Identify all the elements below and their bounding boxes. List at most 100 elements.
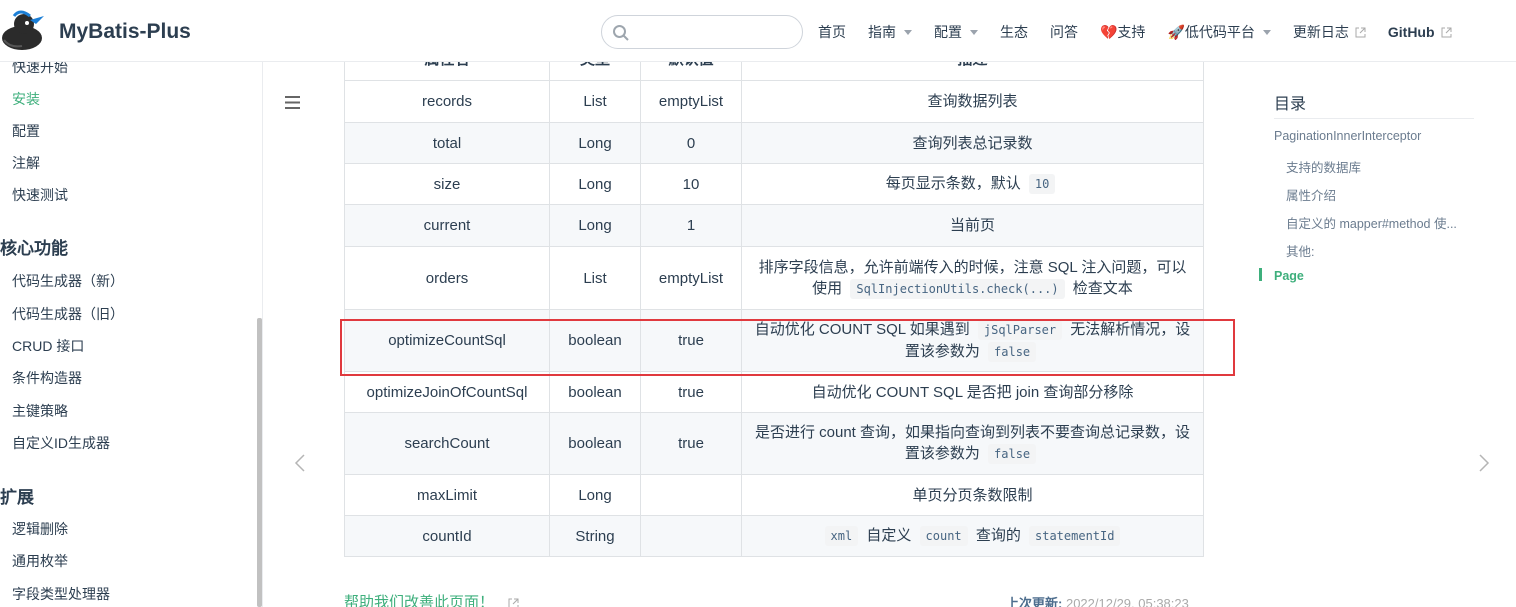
menu-icon[interactable] xyxy=(285,96,300,109)
default-value-cell xyxy=(640,516,741,556)
sidebar-item-codegen-new[interactable]: 代码生成器（新） xyxy=(12,271,124,291)
description-cell: 查询数据列表 xyxy=(741,81,1204,122)
search-input[interactable] xyxy=(636,20,796,44)
toc-item[interactable]: 其他: xyxy=(1286,241,1314,260)
nav-label: 配置 xyxy=(934,24,962,40)
nav-label: 问答 xyxy=(1050,24,1078,40)
nav-faq[interactable]: 问答 xyxy=(1050,22,1078,42)
edit-page-link[interactable]: 帮助我们改善此页面！ xyxy=(344,591,519,607)
chevron-left-icon[interactable] xyxy=(294,453,306,473)
sidebar-item-wrapper[interactable]: 条件构造器 xyxy=(12,368,82,388)
default-value-cell: emptyList xyxy=(640,81,741,122)
sidebar-item-enum[interactable]: 通用枚举 xyxy=(12,551,68,571)
sidebar-item-config[interactable]: 配置 xyxy=(12,121,40,141)
sidebar-item-logic-delete[interactable]: 逻辑删除 xyxy=(12,519,68,539)
description-text: 查询数据列表 xyxy=(927,91,1017,112)
nav-changelog[interactable]: 更新日志 xyxy=(1293,22,1366,42)
description-text: 查询列表总记录数 xyxy=(912,133,1032,154)
nav-ecosystem[interactable]: 生态 xyxy=(1000,22,1028,42)
nav-label: 更新日志 xyxy=(1292,24,1349,40)
last-updated-label: 上次更新: xyxy=(1006,596,1063,607)
external-link-icon xyxy=(508,598,519,607)
description-text: 是否进行 count 查询，如果指向查询到列表不要查询总记录数，设置该参数为 f… xyxy=(754,422,1191,465)
default-value-cell xyxy=(640,475,741,515)
chevron-down-icon xyxy=(1262,29,1271,35)
type-cell: List xyxy=(549,81,640,122)
description-fragment: 当前页 xyxy=(949,217,995,234)
description-cell: xml 自定义 count 查询的 statementId xyxy=(741,516,1204,556)
chevron-down-icon xyxy=(904,29,912,35)
edit-page-label: 帮助我们改善此页面！ xyxy=(344,594,495,607)
table-row: maxLimit Long 单页分页条数限制 xyxy=(344,475,1204,516)
nav-label: 🚀低代码平台 xyxy=(1167,24,1255,40)
nav-home[interactable]: 首页 xyxy=(818,22,846,42)
description-fragment: 查询的 xyxy=(971,527,1025,544)
site-name[interactable]: MyBatis-Plus xyxy=(59,20,191,44)
inline-code: xml xyxy=(824,526,859,546)
description-cell: 当前页 xyxy=(741,205,1204,246)
search-icon xyxy=(613,25,629,41)
sidebar-item-codegen-old[interactable]: 代码生成器（旧） xyxy=(12,304,124,324)
nav-config[interactable]: 配置 xyxy=(934,22,978,42)
sidebar-group-extension[interactable]: 扩展 xyxy=(0,483,34,508)
sidebar-item-quicktest[interactable]: 快速测试 xyxy=(12,185,68,205)
nav-label: 💔支持 xyxy=(1100,24,1146,40)
default-value-cell: 1 xyxy=(640,205,741,246)
description-text: 单页分页条数限制 xyxy=(912,485,1032,506)
chevron-right-icon[interactable] xyxy=(1478,453,1490,473)
last-updated: 上次更新: 2022/12/29, 05:38:23 xyxy=(1006,593,1189,607)
sidebar-item-idgen[interactable]: 自定义ID生成器 xyxy=(12,433,110,453)
toc-title: 目录 xyxy=(1274,96,1307,113)
type-cell: boolean xyxy=(549,372,640,412)
nav-lowcode[interactable]: 🚀低代码平台 xyxy=(1167,22,1271,42)
external-link-icon xyxy=(1355,27,1366,37)
last-updated-value: 2022/12/29, 05:38:23 xyxy=(1065,596,1189,607)
sidebar-item-keygen[interactable]: 主键策略 xyxy=(12,401,68,421)
type-cell: String xyxy=(549,516,640,556)
description-cell: 排序字段信息，允许前端传入的时候，注意 SQL 注入问题，可以使用 SqlInj… xyxy=(741,247,1204,309)
mybatis-bird-logo[interactable] xyxy=(0,10,46,52)
toc-item[interactable]: PaginationInnerInterceptor xyxy=(1274,129,1421,143)
description-text: 排序字段信息，允许前端传入的时候，注意 SQL 注入问题，可以使用 SqlInj… xyxy=(754,257,1191,300)
property-name-cell: records xyxy=(344,81,549,122)
sidebar-group-core[interactable]: 核心功能 xyxy=(0,234,68,259)
description-cell: 查询列表总记录数 xyxy=(741,123,1204,163)
nav-label: 生态 xyxy=(1000,24,1028,40)
nav-github[interactable]: GitHub xyxy=(1388,24,1452,40)
description-text: 每页显示条数，默认 10 xyxy=(886,173,1060,195)
description-fragment: 查询数据列表 xyxy=(927,93,1018,110)
toc-active-indicator xyxy=(1259,268,1262,281)
table-row: countId String xml 自定义 count 查询的 statement… xyxy=(344,516,1204,557)
type-cell: Long xyxy=(549,123,640,163)
toc-item-active[interactable]: Page xyxy=(1274,269,1304,283)
toc-item[interactable]: 支持的数据库 xyxy=(1286,157,1361,176)
table-row: records List emptyList 查询数据列表 xyxy=(344,81,1204,123)
sidebar-item-quickstart[interactable]: 快速开始 xyxy=(12,62,68,77)
description-cell: 单页分页条数限制 xyxy=(741,475,1204,515)
sidebar: 快速开始 安装 配置 注解 快速测试 核心功能 代码生成器（新） 代码生成器（旧… xyxy=(0,62,263,607)
inline-code: 10 xyxy=(1028,174,1056,194)
sidebar-item-annotation[interactable]: 注解 xyxy=(12,153,40,173)
inline-code: false xyxy=(988,444,1037,464)
inline-code: SqlInjectionUtils.check(...) xyxy=(850,278,1065,299)
property-name-cell: orders xyxy=(344,247,549,309)
sidebar-item-crud[interactable]: CRUD 接口 xyxy=(12,336,84,356)
toc-item[interactable]: 属性介绍 xyxy=(1286,185,1336,204)
sidebar-item-typehandler[interactable]: 字段类型处理器 xyxy=(12,584,110,604)
table-row: size Long 10 每页显示条数，默认 10 xyxy=(344,164,1204,205)
description-cell: 是否进行 count 查询，如果指向查询到列表不要查询总记录数，设置该参数为 f… xyxy=(741,413,1204,474)
sidebar-item-install[interactable]: 安装 xyxy=(12,89,40,109)
description-fragment: 查询列表总记录数 xyxy=(912,134,1033,152)
description-cell: 每页显示条数，默认 10 xyxy=(741,164,1204,204)
toc-item[interactable]: 自定义的 mapper#method 使... xyxy=(1286,213,1457,232)
default-value-cell: 0 xyxy=(640,123,741,163)
search-box[interactable] xyxy=(601,15,803,49)
nav-support[interactable]: 💔支持 xyxy=(1100,22,1145,42)
highlight-annotation-box xyxy=(340,319,1235,376)
sidebar-scrollbar[interactable] xyxy=(257,318,262,607)
type-cell: List xyxy=(549,247,640,309)
inline-code: count xyxy=(919,526,968,546)
external-link-icon xyxy=(1441,27,1452,37)
description-text: 自动优化 COUNT SQL 是否把 join 查询部分移除 xyxy=(812,382,1134,403)
nav-guide[interactable]: 指南 xyxy=(868,22,912,42)
